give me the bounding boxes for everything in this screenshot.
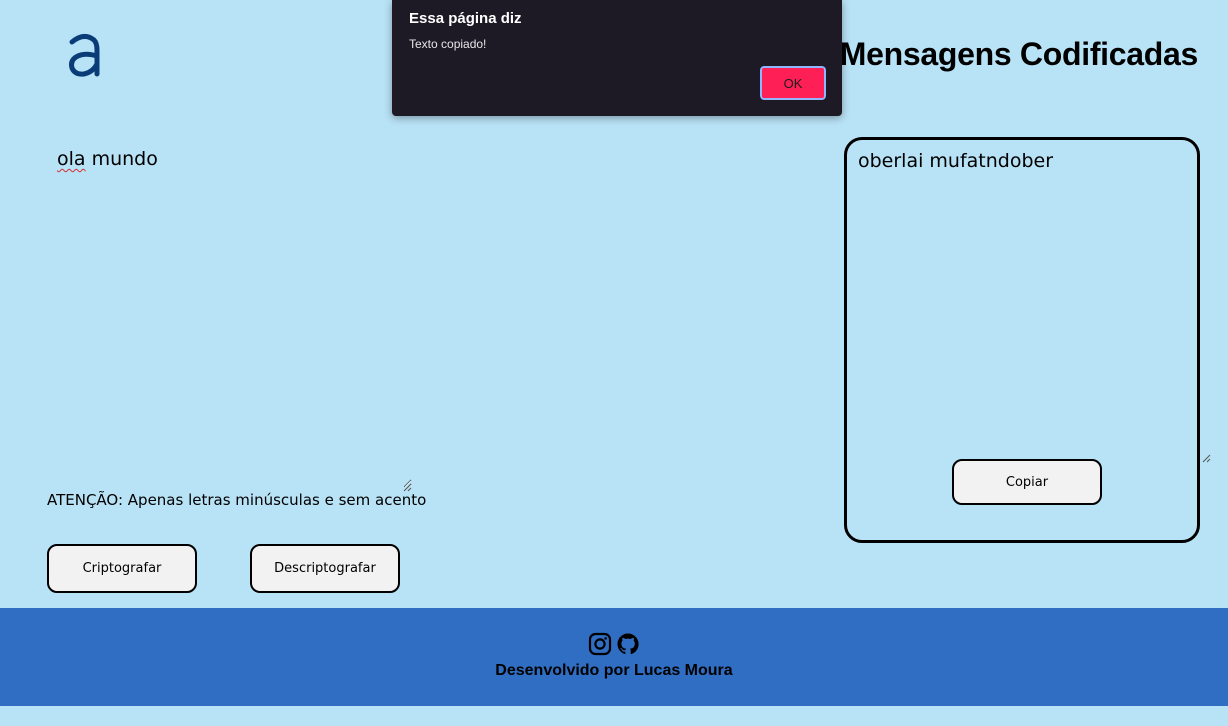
page-title: Mensagens Codificadas: [839, 36, 1199, 72]
github-icon[interactable]: [616, 632, 640, 656]
decrypt-button[interactable]: Descriptografar: [250, 544, 400, 593]
encrypt-button[interactable]: Criptografar: [47, 544, 197, 593]
page: Mensagens Codificadas ola mundo ATENÇÃO:…: [0, 0, 1228, 726]
dialog-title: Essa página diz: [409, 10, 522, 27]
dialog-message: Texto copiado!: [409, 37, 487, 51]
footer-credit: Desenvolvido por Lucas Moura: [495, 662, 733, 679]
resize-handle-icon[interactable]: [1201, 448, 1211, 463]
message-input[interactable]: [46, 138, 412, 488]
alert-dialog: Essa página diz Texto copiado! OK: [392, 0, 842, 116]
resize-handle-icon[interactable]: [402, 477, 412, 492]
instagram-icon[interactable]: [588, 632, 612, 656]
copy-button[interactable]: Copiar: [952, 459, 1102, 505]
warning-text: ATENÇÃO: Apenas letras minúsculas e sem …: [47, 491, 427, 509]
dialog-ok-button[interactable]: OK: [759, 65, 827, 101]
output-text[interactable]: oberlai mufatndober: [858, 150, 1053, 172]
footer: [0, 608, 1228, 706]
footer-social-links: [0, 632, 1228, 656]
alura-logo-icon: [64, 30, 104, 80]
